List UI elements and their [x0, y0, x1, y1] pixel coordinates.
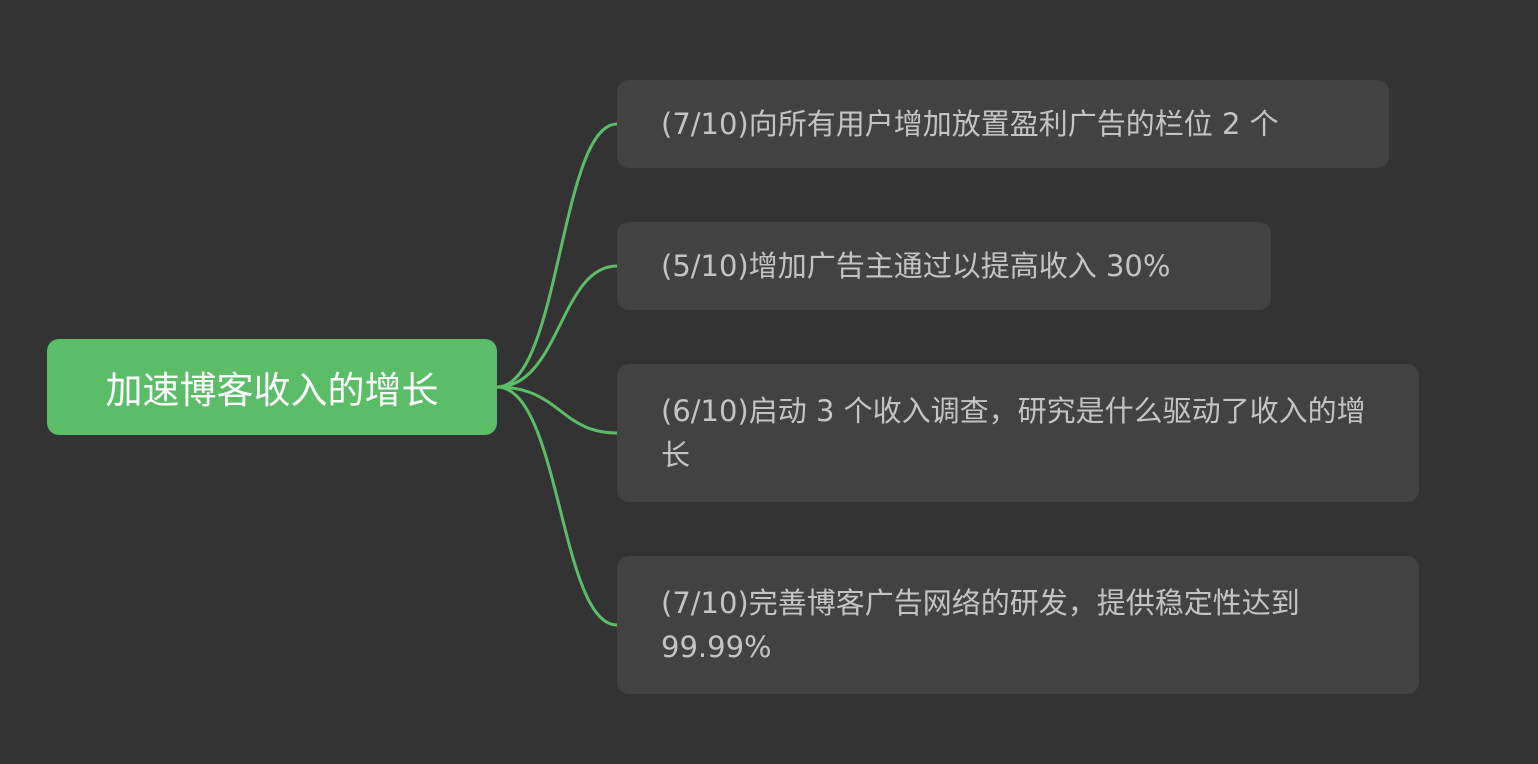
connector-branch-4	[495, 385, 619, 627]
branch-topic-node[interactable]: (7/10)完善博客广告网络的研发，提供稳定性达到 99.99%	[617, 556, 1419, 694]
branch-topic-label: (5/10)增加广告主通过以提高收入 30%	[661, 249, 1171, 283]
branch-topic-label: (7/10)完善博客广告网络的研发，提供稳定性达到 99.99%	[661, 586, 1300, 664]
branch-topic-label: (7/10)向所有用户增加放置盈利广告的栏位 2 个	[661, 107, 1279, 141]
branch-topic-node[interactable]: (6/10)启动 3 个收入调查，研究是什么驱动了收入的增长	[617, 364, 1419, 502]
connector-branch-2	[495, 264, 619, 389]
branch-topic-node[interactable]: (5/10)增加广告主通过以提高收入 30%	[617, 222, 1271, 310]
connector-branch-1	[495, 122, 619, 389]
root-topic-label: 加速博客收入的增长	[105, 369, 439, 412]
mindmap-canvas: 加速博客收入的增长 (7/10)向所有用户增加放置盈利广告的栏位 2 个 (5/…	[0, 0, 1538, 764]
branch-topic-label: (6/10)启动 3 个收入调查，研究是什么驱动了收入的增长	[661, 394, 1366, 472]
branch-topic-node[interactable]: (7/10)向所有用户增加放置盈利广告的栏位 2 个	[617, 80, 1389, 168]
root-topic-node[interactable]: 加速博客收入的增长	[47, 339, 497, 435]
